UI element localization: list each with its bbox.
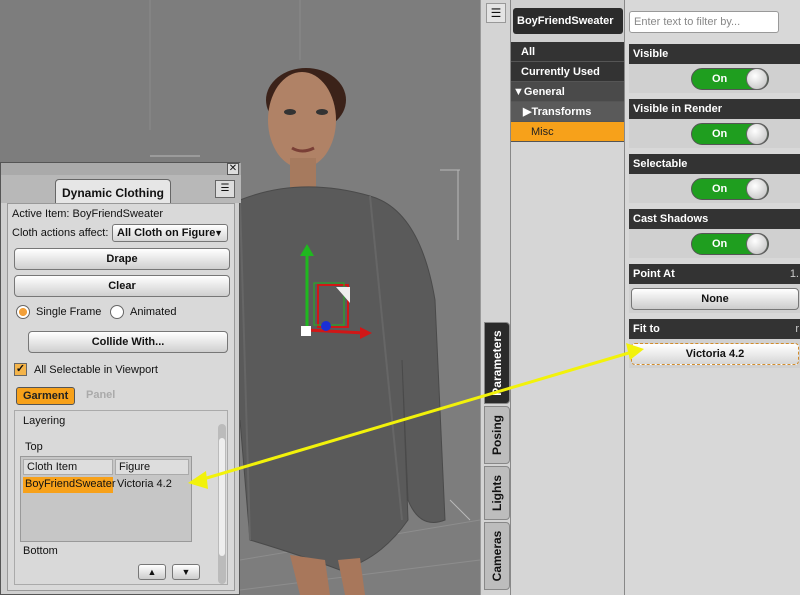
tab-parameters-label: Parameters — [490, 330, 504, 396]
single-frame-label: Single Frame — [36, 306, 102, 318]
move-down-button[interactable]: ▼ — [172, 564, 200, 580]
tab-garment[interactable]: Garment — [16, 387, 76, 405]
node-title[interactable]: BoyFriendSweater — [513, 8, 623, 34]
toggle-knob — [746, 123, 768, 145]
column-header-cloth-item: Cloth Item — [23, 459, 113, 475]
bottom-label: Bottom — [23, 545, 58, 557]
tree-item-all[interactable]: All — [511, 42, 625, 62]
param-visible: Visible On — [629, 44, 800, 93]
visible-toggle-value: On — [712, 73, 728, 85]
layering-table: Cloth Item Figure BoyFriendSweater Victo… — [20, 456, 192, 542]
cloth-actions-value: All Cloth on Figure — [117, 227, 216, 239]
active-item-label: Active Item: BoyFriendSweater — [12, 208, 164, 220]
pane-menu-icon[interactable]: ☰ — [486, 3, 506, 23]
selectable-toggle-value: On — [712, 183, 728, 195]
pane-tab-row: Dynamic Clothing ☰ — [1, 175, 241, 203]
tree-item-misc[interactable]: Misc — [511, 122, 625, 142]
property-tree: BoyFriendSweater All Currently Used ▼Gen… — [510, 0, 625, 595]
layering-scrollbar[interactable] — [218, 424, 226, 584]
param-point-at-header: Point At 1. — [629, 264, 800, 284]
table-row[interactable]: BoyFriendSweater — [23, 477, 116, 493]
tree-header: BoyFriendSweater — [511, 0, 625, 42]
param-visible-in-render: Visible in Render On — [629, 99, 800, 148]
all-selectable-label: All Selectable in Viewport — [34, 364, 158, 376]
chevron-down-icon: ▼ — [513, 86, 524, 98]
drape-button[interactable]: Drape — [14, 248, 230, 270]
tab-parameters[interactable]: Parameters — [484, 322, 510, 404]
tree-item-general[interactable]: ▼General — [511, 82, 625, 102]
tab-lights[interactable]: Lights — [484, 466, 510, 520]
animated-label: Animated — [130, 306, 177, 318]
toggle-knob — [746, 233, 768, 255]
tab-dynamic-clothing[interactable]: Dynamic Clothing — [55, 179, 172, 203]
param-selectable-label: Selectable — [629, 154, 800, 174]
single-frame-radio[interactable] — [16, 305, 30, 319]
toggle-knob — [746, 178, 768, 200]
tree-item-transforms-label: Transforms — [531, 106, 592, 118]
column-header-figure: Figure — [115, 459, 189, 475]
param-fit-to-header: Fit to r — [629, 319, 800, 339]
param-point-at-label: Point At — [633, 268, 675, 280]
tab-cameras[interactable]: Cameras — [484, 522, 510, 590]
visible-in-render-toggle[interactable]: On — [691, 123, 769, 145]
param-visible-label: Visible — [629, 44, 800, 64]
layering-title: Layering — [23, 415, 66, 427]
scrollbar-thumb[interactable] — [219, 438, 225, 556]
param-fit-to: Fit to r Victoria 4.2 — [629, 319, 800, 368]
clear-button[interactable]: Clear — [14, 275, 230, 297]
param-cast-shadows-label: Cast Shadows — [629, 209, 800, 229]
dynamic-clothing-pane: ✕ Dynamic Clothing ☰ Active Item: BoyFri… — [0, 162, 241, 595]
cast-shadows-toggle[interactable]: On — [691, 233, 769, 255]
arrow-up-icon: ▲ — [147, 567, 157, 577]
param-selectable: Selectable On — [629, 154, 800, 203]
top-label: Top — [25, 441, 43, 453]
pane-titlebar: ✕ — [1, 163, 241, 175]
table-cell-figure[interactable]: Victoria 4.2 — [115, 477, 189, 493]
param-cast-shadows: Cast Shadows On — [629, 209, 800, 258]
selectable-toggle[interactable]: On — [691, 178, 769, 200]
close-icon[interactable]: ✕ — [227, 163, 239, 175]
cloth-actions-select[interactable]: All Cloth on Figure ▼ — [112, 224, 228, 242]
fit-to-button[interactable]: Victoria 4.2 — [631, 343, 799, 365]
tree-item-currently-used[interactable]: Currently Used — [511, 62, 625, 82]
cast-shadows-toggle-value: On — [712, 238, 728, 250]
param-fit-to-label: Fit to — [633, 323, 660, 335]
param-point-at: Point At 1. None — [629, 264, 800, 313]
point-at-button[interactable]: None — [631, 288, 799, 310]
toggle-knob — [746, 68, 768, 90]
pane-menu-icon[interactable]: ☰ — [215, 180, 235, 198]
tab-cameras-label: Cameras — [490, 530, 504, 582]
param-visible-in-render-label: Visible in Render — [629, 99, 800, 119]
filter-input[interactable]: Enter text to filter by... — [629, 11, 779, 33]
cloth-actions-label: Cloth actions affect: — [12, 227, 109, 239]
tab-posing-label: Posing — [490, 414, 504, 456]
pane-body: Active Item: BoyFriendSweater Cloth acti… — [7, 203, 235, 591]
collide-with-button[interactable]: Collide With... — [28, 331, 228, 353]
tab-panel[interactable]: Panel — [80, 387, 121, 405]
all-selectable-checkbox[interactable]: ✓ — [14, 363, 27, 376]
arrow-down-icon: ▼ — [181, 567, 191, 577]
tab-lights-label: Lights — [490, 475, 504, 511]
tree-item-general-label: General — [523, 86, 565, 98]
visible-in-render-toggle-value: On — [712, 128, 728, 140]
param-point-at-extra: 1. — [789, 268, 799, 280]
animated-radio[interactable] — [110, 305, 124, 319]
tree-item-transforms[interactable]: ▶Transforms — [511, 102, 625, 122]
param-fit-to-extra: r — [795, 323, 799, 335]
chevron-down-icon: ▼ — [214, 228, 223, 238]
tab-posing[interactable]: Posing — [484, 406, 510, 464]
move-up-button[interactable]: ▲ — [138, 564, 166, 580]
parameters-panel: Enter text to filter by... Visible On Vi… — [624, 0, 800, 595]
visible-toggle[interactable]: On — [691, 68, 769, 90]
